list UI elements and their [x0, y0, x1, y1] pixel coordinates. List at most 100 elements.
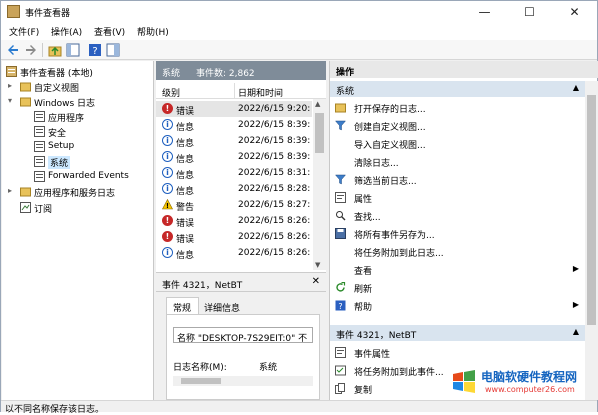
submenu-arrow-icon: ▶ — [572, 264, 579, 273]
event-row[interactable]: i 信息 2022/6/15 8:26:0 — [156, 245, 312, 261]
minimize-button[interactable]: — — [462, 1, 507, 23]
menu-file[interactable]: 文件(F) — [9, 25, 39, 38]
event-message-box[interactable]: 名称 "DESKTOP-7S29EIT:0" 不 — [173, 327, 313, 343]
action-item[interactable]: 事件属性 — [330, 344, 585, 361]
event-date: 2022/6/15 8:26:0 — [238, 248, 310, 258]
tree-label: 自定义视图 — [34, 84, 80, 94]
close-detail-icon[interactable]: ✕ — [312, 276, 320, 287]
collapse-arrow-icon[interactable]: ▾ — [8, 97, 16, 105]
error-icon: ! — [162, 215, 173, 226]
tree-label: Forwarded Events — [48, 171, 129, 181]
find-icon — [336, 211, 346, 221]
expand-arrow-icon[interactable]: ▸ — [8, 187, 16, 195]
event-row[interactable]: ! 警告 2022/6/15 8:27:2 — [156, 197, 312, 213]
scroll-up-arrow-icon[interactable]: ▲ — [315, 100, 320, 108]
event-level: 信息 — [176, 187, 195, 197]
event-detail-body: 常规 详细信息 名称 "DESKTOP-7S29EIT:0" 不 日志名称(M)… — [156, 292, 326, 400]
up-folder-icon[interactable] — [48, 43, 62, 57]
close-button[interactable]: ✕ — [552, 1, 597, 23]
title-bar: 事件查看器 — ☐ ✕ — [1, 1, 597, 23]
event-viewer-app-icon — [7, 5, 20, 18]
info-icon: i — [162, 151, 173, 162]
scrollbar-thumb[interactable] — [587, 95, 596, 325]
event-row[interactable]: ! 错误 2022/6/15 9:20:0 — [156, 101, 312, 117]
navigation-tree: 事件查看器 (本地) ▸ 自定义视图 ▾ Windows 日志 应用程序 安全 … — [2, 61, 154, 400]
actions-section-event[interactable]: 事件 4321，NetBT ▲ — [330, 325, 585, 341]
folder-icon — [335, 103, 346, 113]
log-icon — [34, 171, 45, 182]
event-level: 错误 — [176, 107, 195, 117]
action-label: 复制 — [354, 386, 373, 396]
scrollbar-thumb[interactable] — [181, 378, 221, 384]
action-label: 查看 — [354, 267, 373, 277]
event-row[interactable]: i 信息 2022/6/15 8:39:3 — [156, 117, 312, 133]
show-hide-tree-icon[interactable] — [66, 43, 80, 57]
detail-hscrollbar[interactable] — [173, 376, 313, 386]
window-title: 事件查看器 — [25, 9, 71, 19]
toolbar: ? — [1, 40, 597, 60]
folder-icon — [20, 97, 31, 107]
log-icon — [34, 126, 45, 137]
action-item[interactable]: 属性 — [330, 189, 585, 206]
event-row[interactable]: i 信息 2022/6/15 8:39:3 — [156, 133, 312, 149]
action-item[interactable]: 将任务附加到此日志... — [330, 243, 585, 260]
scroll-down-arrow-icon[interactable]: ▼ — [315, 261, 320, 269]
action-item[interactable]: 创建自定义视图... — [330, 117, 585, 134]
event-level: 信息 — [176, 139, 195, 149]
event-row[interactable]: i 信息 2022/6/15 8:39:2 — [156, 149, 312, 165]
submenu-arrow-icon: ▶ — [572, 300, 579, 309]
log-icon — [34, 141, 45, 152]
error-icon: ! — [162, 103, 173, 114]
column-date[interactable]: 日期和时间 — [238, 86, 283, 99]
menu-view[interactable]: 查看(V) — [94, 25, 125, 38]
action-item[interactable]: 刷新 — [330, 279, 585, 296]
properties-icon — [335, 192, 346, 203]
menu-bar: 文件(F) 操作(A) 查看(V) 帮助(H) — [1, 23, 597, 40]
collapse-section-icon[interactable]: ▲ — [573, 83, 579, 92]
maximize-button[interactable]: ☐ — [507, 1, 552, 23]
action-item[interactable]: ? 帮助 ▶ — [330, 297, 585, 314]
event-date: 2022/6/15 8:26:0 — [238, 232, 310, 242]
actions-header: 操作 — [330, 61, 598, 78]
status-bar: 以不同名称保存该日志。 — [1, 400, 597, 415]
show-hide-action-pane-icon[interactable] — [106, 43, 120, 57]
event-row[interactable]: i 信息 2022/6/15 8:31:3 — [156, 165, 312, 181]
action-label: 导入自定义视图... — [354, 141, 426, 151]
action-item[interactable]: 查找... — [330, 207, 585, 224]
action-item[interactable]: 查看 ▶ — [330, 261, 585, 278]
info-icon: i — [162, 183, 173, 194]
windows-logo-icon — [453, 370, 475, 393]
status-text: 以不同名称保存该日志。 — [5, 405, 105, 415]
actions-scrollbar[interactable] — [585, 81, 598, 400]
event-row[interactable]: i 信息 2022/6/15 8:28:2 — [156, 181, 312, 197]
collapse-section-icon[interactable]: ▲ — [573, 327, 579, 336]
action-label: 筛选当前日志... — [354, 177, 417, 187]
expand-arrow-icon[interactable]: ▸ — [8, 82, 16, 90]
event-row[interactable]: ! 错误 2022/6/15 8:26:0 — [156, 213, 312, 229]
actions-title: 操作 — [336, 68, 355, 78]
menu-action[interactable]: 操作(A) — [51, 25, 82, 38]
action-item[interactable]: 导入自定义视图... — [330, 135, 585, 152]
scrollbar-thumb[interactable] — [315, 113, 324, 153]
forward-icon[interactable] — [24, 43, 38, 57]
help-toolbar-icon[interactable]: ? — [88, 43, 102, 57]
event-list-scrollbar[interactable]: ▲ ▼ — [313, 99, 326, 270]
action-item[interactable]: 筛选当前日志... — [330, 171, 585, 188]
action-item[interactable]: 将所有事件另存为... — [330, 225, 585, 242]
properties-icon — [335, 347, 346, 358]
event-level: 错误 — [176, 235, 195, 245]
action-label: 查找... — [354, 213, 381, 223]
action-label: 创建自定义视图... — [354, 123, 426, 133]
action-item[interactable]: 打开保存的日志... — [330, 99, 585, 116]
event-row[interactable]: ! 错误 2022/6/15 8:26:0 — [156, 229, 312, 245]
watermark-title: 电脑软硬件教程网 — [481, 370, 578, 384]
warning-icon: ! — [162, 198, 173, 210]
actions-section-system[interactable]: 系统 ▲ — [330, 81, 585, 97]
tab-general[interactable]: 常规 — [166, 297, 199, 314]
back-icon[interactable] — [6, 43, 20, 57]
menu-help[interactable]: 帮助(H) — [137, 25, 169, 38]
action-item[interactable]: 清除日志... — [330, 153, 585, 170]
event-date: 2022/6/15 8:39:3 — [238, 120, 310, 130]
column-level[interactable]: 级别 — [162, 86, 180, 99]
tab-details[interactable]: 详细信息 — [200, 298, 250, 314]
